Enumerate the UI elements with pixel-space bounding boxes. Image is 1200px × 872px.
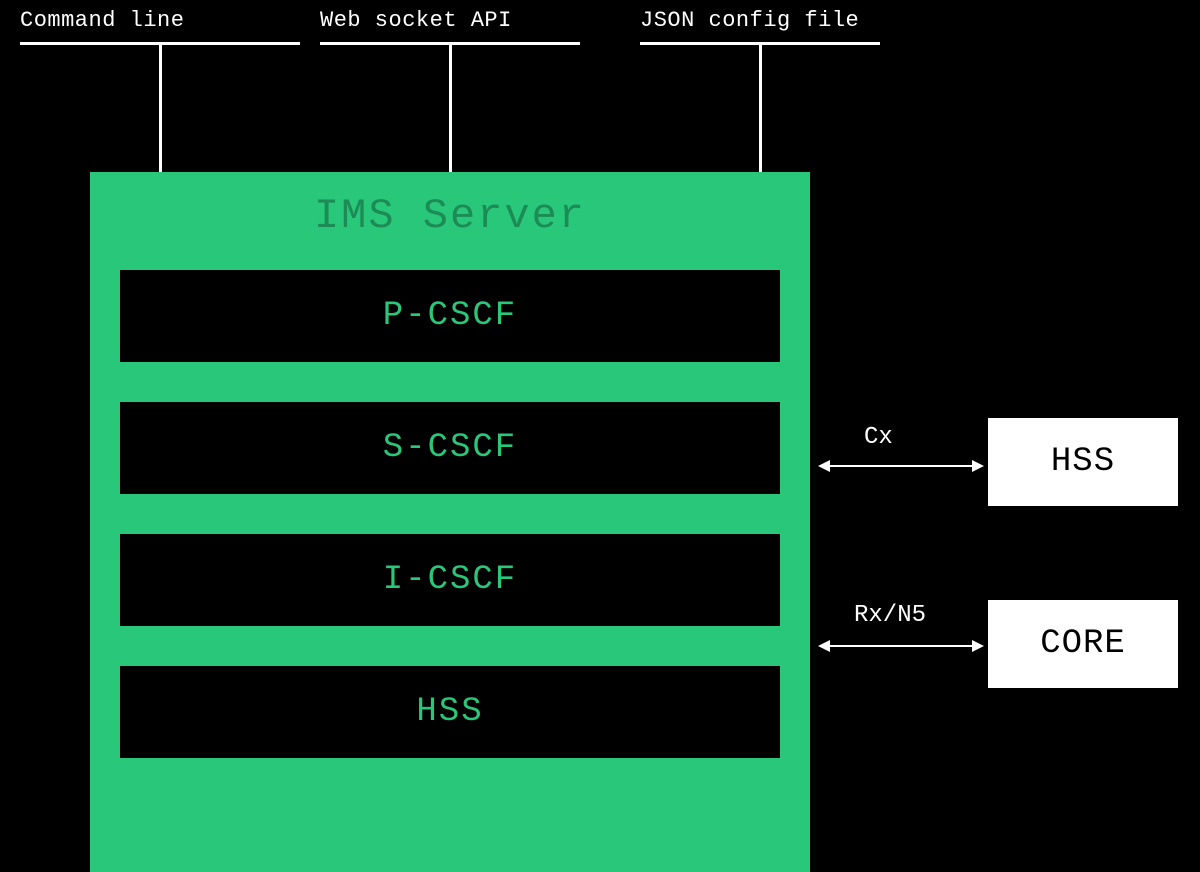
connector-command-line [20,42,300,182]
label-command-line: Command line [20,8,184,33]
external-core-label: CORE [1040,625,1126,663]
external-hss-box: HSS [988,418,1178,506]
label-json-config: JSON config file [640,8,859,33]
module-s-cscf: S-CSCF [120,402,780,494]
arrow-cx [818,456,984,476]
label-rx-n5: Rx/N5 [854,602,926,629]
ims-server-title: IMS Server [90,192,810,240]
external-hss-label: HSS [1051,443,1115,481]
label-web-socket-api: Web socket API [320,8,512,33]
connector-web-socket-api [320,42,580,182]
connector-json-config [640,42,880,182]
module-p-cscf: P-CSCF [120,270,780,362]
module-i-cscf: I-CSCF [120,534,780,626]
arrow-rx-n5 [818,636,984,656]
label-cx: Cx [864,424,893,451]
ims-server-box: IMS Server P-CSCF S-CSCF I-CSCF HSS [90,172,810,872]
module-hss: HSS [120,666,780,758]
external-core-box: CORE [988,600,1178,688]
diagram-canvas: Command line Web socket API JSON config … [0,0,1200,872]
